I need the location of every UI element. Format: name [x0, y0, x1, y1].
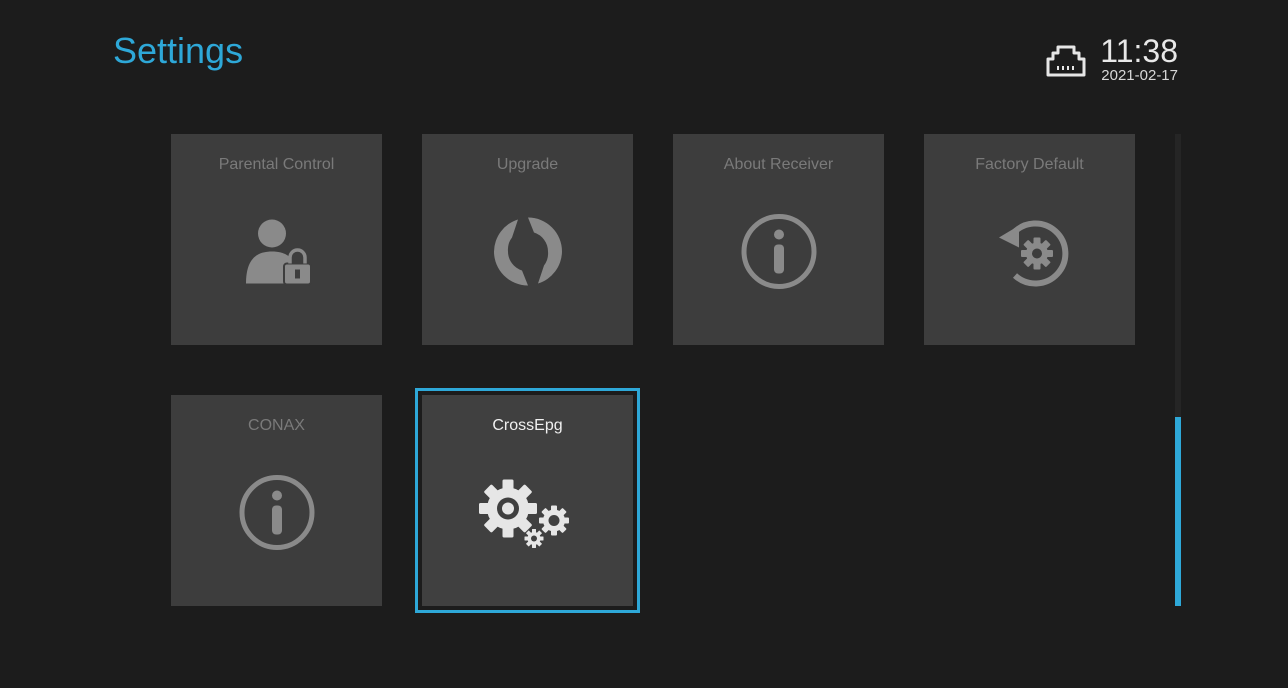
restore-gear-icon: [985, 212, 1075, 297]
clock-time: 11:38: [1100, 33, 1178, 69]
status-area: 11:38 2021-02-17: [1046, 33, 1178, 86]
info-icon: [237, 473, 317, 558]
tile-about-receiver[interactable]: About Receiver: [673, 134, 884, 345]
clock: 11:38 2021-02-17: [1100, 33, 1178, 86]
gears-icon: [468, 473, 588, 558]
settings-screen: Settings 11:38 2021-02-17 Parental Contr…: [0, 0, 1288, 688]
tile-label: Factory Default: [975, 156, 1084, 173]
tile-label: Upgrade: [496, 156, 559, 173]
tile-label: CrossEpg: [492, 417, 563, 434]
refresh-icon: [488, 212, 568, 297]
tile-parental-control[interactable]: Parental Control: [171, 134, 382, 345]
page-title: Settings: [113, 30, 244, 71]
user-lock-icon: [239, 214, 315, 295]
tile-upgrade[interactable]: Upgrade: [422, 134, 633, 345]
tile-conax[interactable]: CONAX: [171, 395, 382, 606]
scrollbar-thumb[interactable]: [1175, 417, 1181, 606]
scrollbar[interactable]: [1175, 134, 1181, 606]
tile-label: Parental Control: [218, 156, 335, 173]
tile-factory-default[interactable]: Factory Default: [924, 134, 1135, 345]
clock-date: 2021-02-17: [1101, 67, 1178, 84]
ethernet-icon: [1046, 44, 1086, 78]
tile-crossepg[interactable]: CrossEpg: [415, 388, 640, 613]
info-icon: [739, 212, 819, 297]
tile-label: CONAX: [248, 417, 305, 434]
tile-label: About Receiver: [723, 156, 834, 173]
